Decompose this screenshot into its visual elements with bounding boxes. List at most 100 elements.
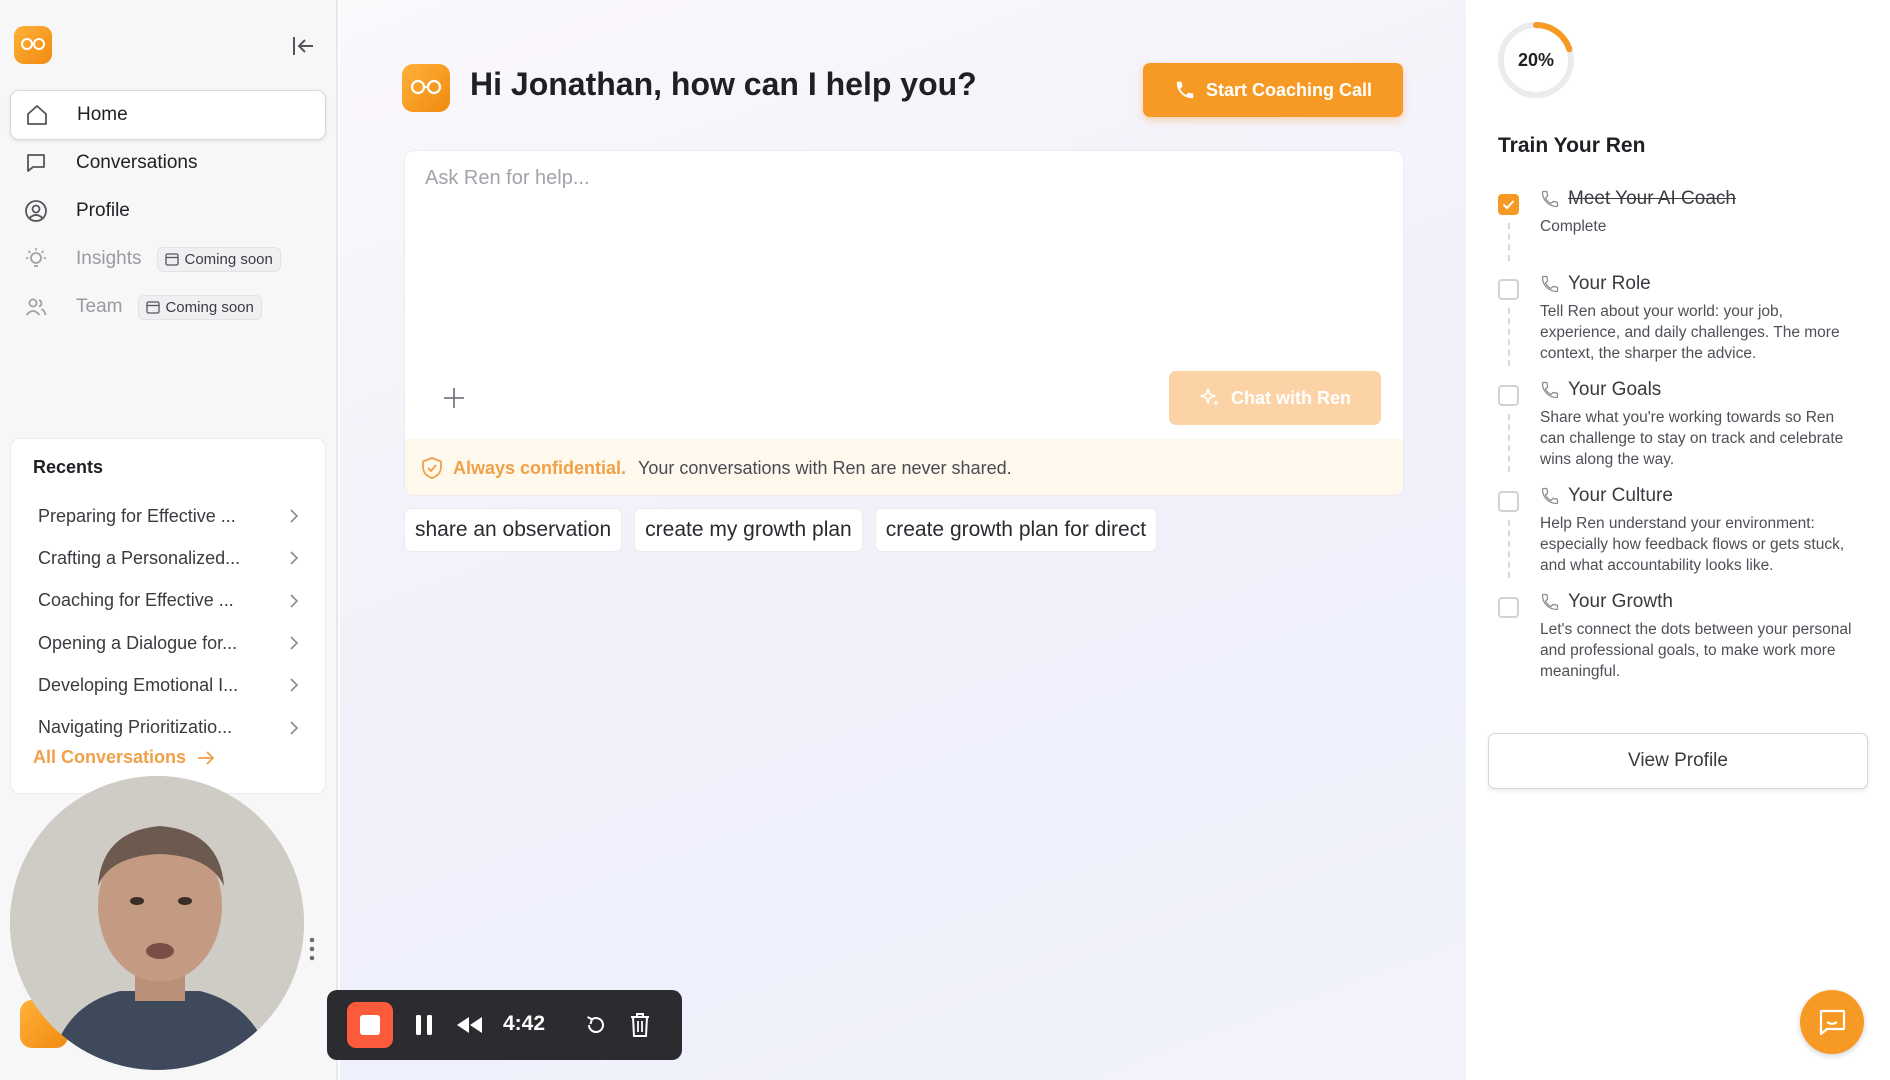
task-header[interactable]: Your Culture [1540, 483, 1858, 509]
start-coaching-call-button[interactable]: Start Coaching Call [1143, 63, 1403, 117]
chevron-right-icon [290, 721, 299, 735]
suggestion-chip[interactable]: create my growth plan [634, 508, 863, 552]
task-description: Complete [1540, 218, 1607, 235]
team-icon [22, 293, 50, 321]
task-checkbox[interactable] [1498, 597, 1519, 618]
recent-conversation-item[interactable]: Navigating Prioritizatio... [11, 706, 327, 748]
all-conversations-link[interactable]: All Conversations [33, 747, 216, 768]
stop-recording-button[interactable] [347, 1002, 393, 1048]
phone-icon [1541, 593, 1559, 611]
phone-icon [1176, 81, 1194, 99]
pause-icon [416, 1015, 432, 1035]
suggestion-chip[interactable]: create growth plan for direct [874, 508, 1158, 552]
recent-conversation-item[interactable]: Crafting a Personalized... [11, 537, 327, 579]
task-title: Your Goals [1568, 379, 1662, 400]
task-description: Help Ren understand your environment: es… [1540, 515, 1845, 574]
confidential-notice: Always confidential. Your conversations … [405, 439, 1403, 495]
recent-conversation-item[interactable]: Developing Emotional I... [11, 664, 327, 706]
task-checkbox[interactable] [1498, 491, 1519, 512]
task-header[interactable]: Your Growth [1540, 589, 1858, 615]
page-title: Hi Jonathan, how can I help you? [470, 66, 977, 102]
attach-button[interactable] [439, 383, 469, 413]
training-task: Meet Your AI Coach Complete [1498, 186, 1858, 271]
task-checkbox[interactable] [1498, 194, 1519, 215]
coming-soon-badge: Coming soon [138, 294, 262, 320]
calendar-icon [165, 253, 180, 266]
nav-item-profile[interactable]: Profile [10, 186, 326, 236]
task-header[interactable]: Your Goals [1540, 377, 1858, 403]
user-circle-icon [22, 197, 50, 225]
chevron-right-icon [290, 636, 299, 650]
suggestion-chip[interactable]: share an observation [404, 508, 623, 552]
glasses-icon [21, 38, 45, 50]
nav-item-home[interactable]: Home [10, 90, 326, 140]
recording-time: 4:42 [503, 1012, 546, 1035]
task-header[interactable]: Meet Your AI Coach [1540, 186, 1858, 212]
delete-recording-button[interactable] [623, 1008, 657, 1042]
stop-icon [360, 1015, 380, 1035]
vertical-dots-icon [309, 937, 315, 961]
recent-conversation-item[interactable]: Opening a Dialogue for... [11, 622, 327, 664]
chevron-right-icon [290, 678, 299, 692]
task-connector [1508, 308, 1510, 366]
task-title: Your Growth [1568, 591, 1673, 612]
task-checkbox[interactable] [1498, 385, 1519, 406]
lightbulb-icon [22, 245, 50, 273]
chat-composer: Chat with Ren Always confidential. Your … [404, 150, 1404, 496]
recent-conversation-item[interactable]: Preparing for Effective ... [11, 495, 327, 537]
training-task: Your Role Tell Ren about your world: you… [1498, 271, 1858, 377]
training-task: Your Goals Share what you're working tow… [1498, 377, 1858, 483]
collapse-sidebar-button[interactable] [288, 32, 318, 60]
plus-icon [444, 388, 464, 408]
home-icon [23, 101, 51, 129]
phone-icon [1541, 487, 1559, 505]
view-profile-button[interactable]: View Profile [1488, 733, 1868, 789]
task-checkbox[interactable] [1498, 279, 1519, 300]
task-title: Your Role [1568, 273, 1651, 294]
webcam-menu-button[interactable] [307, 936, 317, 962]
task-title: Your Culture [1568, 485, 1673, 506]
nav-item-conversations[interactable]: Conversations [10, 138, 326, 188]
phone-icon [1541, 381, 1559, 399]
chat-bubble-icon [22, 149, 50, 177]
shield-check-icon [422, 457, 442, 479]
task-connector [1508, 223, 1510, 261]
phone-icon [1541, 275, 1559, 293]
chevron-right-icon [290, 509, 299, 523]
webcam-preview[interactable] [10, 776, 304, 1070]
recents-panel: Recents Preparing for Effective ... Craf… [10, 438, 326, 794]
task-description: Tell Ren about your world: your job, exp… [1540, 303, 1840, 362]
confidential-title: Always confidential. [453, 457, 627, 478]
arrow-right-icon [198, 750, 215, 765]
chevron-right-icon [290, 551, 299, 566]
chat-input[interactable] [425, 167, 1385, 347]
training-task-list: Meet Your AI Coach Complete Your Role Te… [1498, 186, 1858, 695]
recent-conversation-item[interactable]: Coaching for Effective ... [11, 580, 327, 622]
nav-item-team: Team Coming soon [10, 282, 326, 332]
sidebar: Home Conversations Profile Insights Comi… [0, 0, 338, 1080]
pause-button[interactable] [407, 1008, 441, 1042]
task-title: Meet Your AI Coach [1568, 188, 1736, 209]
ren-logo[interactable] [14, 26, 52, 64]
rewind-icon [457, 1017, 482, 1033]
task-header[interactable]: Your Role [1540, 271, 1858, 297]
training-task: Your Culture Help Ren understand your en… [1498, 483, 1858, 589]
task-description: Let's connect the dots between your pers… [1540, 621, 1852, 680]
coming-soon-badge: Coming soon [157, 246, 281, 272]
task-description: Share what you're working towards so Ren… [1540, 409, 1844, 468]
recents-title: Recents [33, 457, 104, 477]
train-your-ren-panel: 20% Train Your Ren Meet Your AI Coach Co… [1466, 0, 1890, 1080]
trash-icon [631, 1013, 649, 1037]
check-icon [1502, 200, 1515, 210]
chat-with-ren-button[interactable]: Chat with Ren [1169, 371, 1381, 425]
training-task: Your Growth Let's connect the dots betwe… [1498, 589, 1858, 695]
restart-icon [587, 1016, 604, 1034]
ren-avatar [402, 64, 450, 112]
rewind-button[interactable] [452, 1008, 486, 1042]
nav-label: Home [77, 104, 128, 125]
glasses-icon [410, 79, 442, 95]
nav-label: Insights [76, 248, 142, 269]
help-chat-button[interactable] [1800, 990, 1864, 1054]
restart-button[interactable] [579, 1008, 613, 1042]
main-nav: Home Conversations Profile Insights Comi… [10, 90, 326, 330]
